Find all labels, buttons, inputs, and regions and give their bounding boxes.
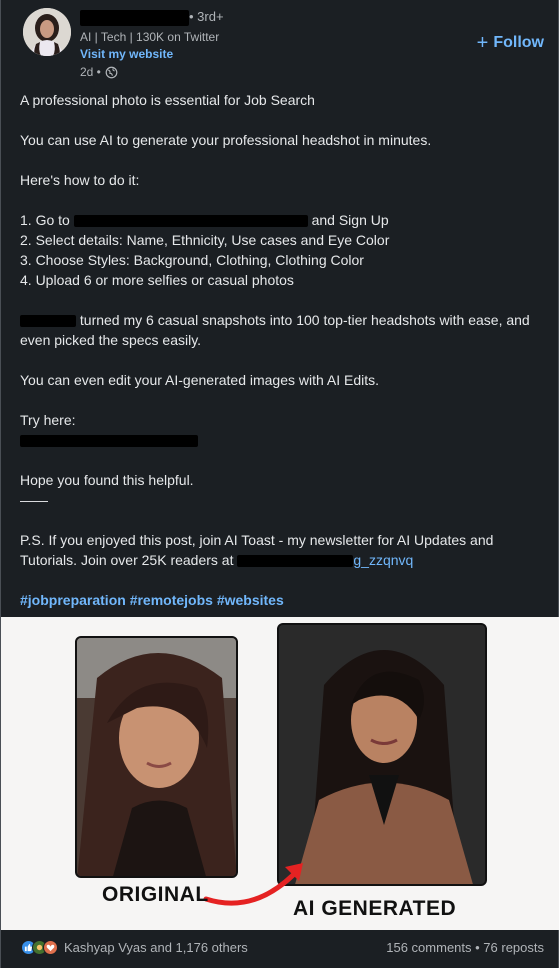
step-1-prefix: 1. Go to xyxy=(20,212,70,228)
hashtag-jobpreparation[interactable]: #jobpreparation xyxy=(20,592,126,608)
step-2: 2. Select details: Name, Ethnicity, Use … xyxy=(20,232,390,248)
comments-reposts-count[interactable]: 156 comments • 76 reposts xyxy=(386,940,544,955)
post-timestamp: 2d • xyxy=(80,65,118,79)
step-1-link[interactable] xyxy=(73,212,308,228)
step-1-suffix: and Sign Up xyxy=(311,212,389,228)
love-icon xyxy=(43,940,58,955)
reactors-text[interactable]: Kashyap Vyas and 1,176 others xyxy=(64,940,248,955)
connection-degree: • 3rd+ xyxy=(189,9,224,24)
post-line: Here's how to do it: xyxy=(20,172,140,188)
post-image[interactable]: ORIGINAL AI GENERATED xyxy=(1,617,559,930)
ps-line: P.S. If you enjoyed this post, join AI T… xyxy=(20,532,494,548)
step-3: 3. Choose Styles: Background, Clothing, … xyxy=(20,252,364,268)
follow-button[interactable]: + Follow xyxy=(476,32,544,54)
ai-headshot-image xyxy=(279,625,485,884)
post-header: • 3rd+ AI | Tech | 130K on Twitter Visit… xyxy=(1,0,559,90)
original-selfie-image xyxy=(77,638,236,876)
caption-ai-generated: AI GENERATED xyxy=(293,897,457,920)
plus-icon: + xyxy=(476,32,489,54)
caption-original: ORIGINAL xyxy=(102,883,209,906)
author-avatar[interactable] xyxy=(23,8,71,56)
visit-website-link[interactable]: Visit my website xyxy=(80,47,173,61)
try-here-link[interactable] xyxy=(20,430,198,450)
post-line: You can use AI to generate your professi… xyxy=(20,132,432,148)
ai-generated-photo xyxy=(277,623,487,886)
ps-line: Tutorials. Join over 25K readers at g_zz… xyxy=(20,550,413,570)
step-1: 1. Go to and Sign Up xyxy=(20,210,389,230)
timestamp-text: 2d • xyxy=(80,65,101,79)
paragraph-text: turned my 6 casual snapshots into 100 to… xyxy=(79,312,530,328)
divider-line: —— xyxy=(20,492,48,508)
newsletter-link[interactable]: g_zzqnvq xyxy=(237,552,413,568)
hashtag-list: #jobpreparation #remotejobs #websites xyxy=(20,590,284,610)
author-headline: AI | Tech | 130K on Twitter xyxy=(80,30,220,44)
paragraph-line: even picked the specs easily. xyxy=(20,332,202,348)
redacted-link xyxy=(237,555,354,568)
hashtag-remotejobs[interactable]: #remotejobs xyxy=(130,592,213,608)
paragraph-line: You can even edit your AI-generated imag… xyxy=(20,372,380,388)
paragraph-line: turned my 6 casual snapshots into 100 to… xyxy=(20,310,530,330)
step-4: 4. Upload 6 or more selfies or casual ph… xyxy=(20,272,294,288)
redacted-link xyxy=(20,435,198,448)
avatar-image xyxy=(23,8,71,56)
post-card: • 3rd+ AI | Tech | 130K on Twitter Visit… xyxy=(0,0,559,968)
hashtag-websites[interactable]: #websites xyxy=(217,592,284,608)
reaction-icons[interactable] xyxy=(21,940,58,955)
redacted-link xyxy=(73,215,308,228)
author-name-redacted[interactable] xyxy=(80,10,189,26)
newsletter-link-tail: g_zzqnvq xyxy=(353,552,414,568)
redacted-name xyxy=(20,315,76,328)
try-here-label: Try here: xyxy=(20,412,76,428)
original-photo xyxy=(75,636,238,878)
ps-text: Tutorials. Join over 25K readers at xyxy=(20,552,234,568)
follow-label: Follow xyxy=(493,34,544,51)
social-counts: Kashyap Vyas and 1,176 others 156 commen… xyxy=(1,930,559,968)
globe-icon xyxy=(105,66,118,78)
post-line: A professional photo is essential for Jo… xyxy=(20,92,315,108)
paragraph-line: Hope you found this helpful. xyxy=(20,472,194,488)
